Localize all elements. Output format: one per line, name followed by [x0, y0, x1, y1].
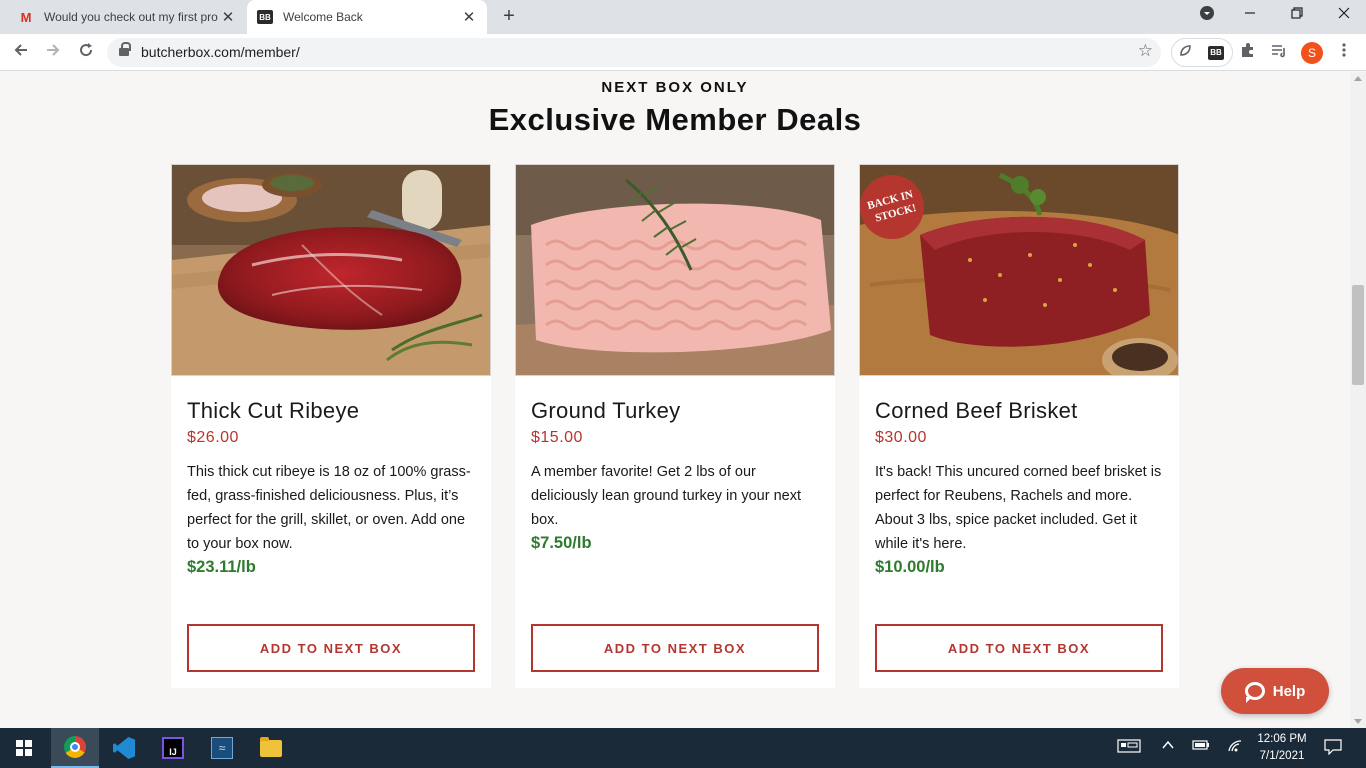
- page-content: NEXT BOX ONLY Exclusive Member Deals Thi…: [0, 72, 1350, 728]
- database-workbench-icon: ≈: [211, 737, 233, 759]
- add-to-next-box-button[interactable]: ADD TO NEXT BOX: [187, 624, 475, 672]
- product-description: It's back! This uncured corned beef bris…: [875, 464, 1162, 552]
- taskbar-vscode[interactable]: [100, 728, 148, 768]
- product-price: $30.00: [875, 429, 927, 446]
- product-price: $26.00: [187, 429, 239, 446]
- product-description-block: A member favorite! Get 2 lbs of our deli…: [531, 460, 821, 554]
- gmail-icon: M: [20, 9, 32, 25]
- start-button[interactable]: [0, 728, 48, 768]
- section-eyebrow: NEXT BOX ONLY: [601, 79, 749, 96]
- tab-search-icon[interactable]: [1197, 6, 1217, 23]
- product-description: A member favorite! Get 2 lbs of our deli…: [531, 464, 802, 528]
- tab-title: Welcome Back: [283, 10, 363, 24]
- vscode-icon: [113, 737, 135, 759]
- butcherbox-favicon: BB: [257, 9, 273, 25]
- chat-bubble-icon: [1244, 682, 1265, 703]
- ribeye-product-image[interactable]: [171, 164, 491, 376]
- reading-list-icon[interactable]: [1268, 42, 1290, 64]
- battery-icon[interactable]: [1192, 739, 1210, 754]
- close-tab-icon[interactable]: ✕: [461, 8, 477, 26]
- scrollbar-thumb[interactable]: [1352, 285, 1364, 385]
- unit-price: $23.11/lb: [187, 558, 256, 576]
- tab-welcome-back[interactable]: BB Welcome Back ✕: [247, 0, 487, 34]
- help-button[interactable]: Help: [1221, 668, 1329, 714]
- windows-taskbar: IJ ≈ 12:06 PM 7/1/2021: [0, 728, 1366, 768]
- show-hidden-icons-chevron-icon[interactable]: [1162, 739, 1174, 754]
- tab-title: Would you check out my first pro: [44, 10, 218, 24]
- product-card-corned-beef-brisket: BACK IN STOCK! Corned Beef Brisket $30.0…: [859, 164, 1179, 688]
- taskbar-sql-workbench[interactable]: ≈: [198, 728, 246, 768]
- product-description-block: It's back! This uncured corned beef bris…: [875, 460, 1165, 578]
- tab-gmail[interactable]: M Would you check out my first pro ✕: [8, 0, 246, 34]
- clock-date: 7/1/2021: [1259, 750, 1305, 762]
- wifi-icon[interactable]: [1227, 739, 1243, 756]
- taskbar-intellij[interactable]: IJ: [149, 728, 197, 768]
- product-description: This thick cut ribeye is 18 oz of 100% g…: [187, 464, 471, 552]
- forward-arrow-icon[interactable]: [42, 41, 64, 63]
- notifications-icon[interactable]: [1324, 739, 1342, 758]
- address-bar[interactable]: butcherbox.com/member/ ☆: [107, 38, 1161, 67]
- page-title: Exclusive Member Deals: [488, 102, 862, 137]
- product-price: $15.00: [531, 429, 583, 446]
- clock-time: 12:06 PM: [1257, 733, 1307, 745]
- add-to-next-box-button[interactable]: ADD TO NEXT BOX: [875, 624, 1163, 672]
- scroll-up-arrow-icon[interactable]: [1354, 76, 1362, 81]
- browser-tab-strip: M Would you check out my first pro ✕ BB …: [0, 0, 1366, 34]
- corned-beef-brisket-product-image[interactable]: BACK IN STOCK!: [859, 164, 1179, 376]
- butcherbox-extension-icon[interactable]: BB: [1205, 42, 1227, 64]
- restore-icon[interactable]: [1287, 6, 1307, 22]
- product-description-block: This thick cut ribeye is 18 oz of 100% g…: [187, 460, 477, 578]
- bookmark-star-icon[interactable]: ☆: [1138, 41, 1153, 61]
- taskbar-file-explorer[interactable]: [247, 728, 295, 768]
- url-text[interactable]: butcherbox.com/member/: [141, 44, 300, 60]
- taskbar-clock[interactable]: 12:06 PM 7/1/2021: [1254, 731, 1310, 765]
- add-to-next-box-button[interactable]: ADD TO NEXT BOX: [531, 624, 819, 672]
- intellij-icon: IJ: [162, 737, 184, 759]
- product-card-ribeye: Thick Cut Ribeye $26.00 This thick cut r…: [171, 164, 491, 688]
- page-scrollbar[interactable]: [1350, 72, 1366, 728]
- reload-icon[interactable]: [75, 41, 97, 63]
- chrome-icon: [64, 736, 86, 758]
- product-card-ground-turkey: Ground Turkey $15.00 A member favorite! …: [515, 164, 835, 688]
- folder-icon: [260, 736, 282, 757]
- help-label: Help: [1272, 682, 1306, 700]
- back-arrow-icon[interactable]: [10, 41, 32, 63]
- lock-icon[interactable]: [119, 42, 131, 58]
- minimize-icon[interactable]: [1240, 6, 1260, 22]
- extensions-puzzle-icon[interactable]: [1237, 42, 1259, 64]
- profile-avatar[interactable]: S: [1301, 42, 1323, 64]
- browser-toolbar: butcherbox.com/member/ ☆ BB S: [0, 34, 1366, 71]
- more-options-icon[interactable]: [1333, 42, 1355, 64]
- action-center-keyboard-icon[interactable]: [1117, 739, 1141, 756]
- ground-turkey-product-image[interactable]: [515, 164, 835, 376]
- product-name: Ground Turkey: [531, 398, 681, 423]
- unit-price: $7.50/lb: [531, 534, 592, 552]
- scroll-down-arrow-icon[interactable]: [1354, 719, 1362, 724]
- new-tab-button[interactable]: +: [498, 5, 520, 28]
- close-tab-icon[interactable]: ✕: [220, 8, 236, 26]
- windows-logo-icon: [16, 740, 32, 756]
- product-name: Thick Cut Ribeye: [187, 398, 360, 423]
- taskbar-chrome[interactable]: [51, 728, 99, 768]
- unit-price: $10.00/lb: [875, 558, 945, 576]
- close-window-icon[interactable]: [1334, 6, 1354, 22]
- extension-leaf-icon[interactable]: [1174, 42, 1196, 64]
- product-name: Corned Beef Brisket: [875, 398, 1078, 423]
